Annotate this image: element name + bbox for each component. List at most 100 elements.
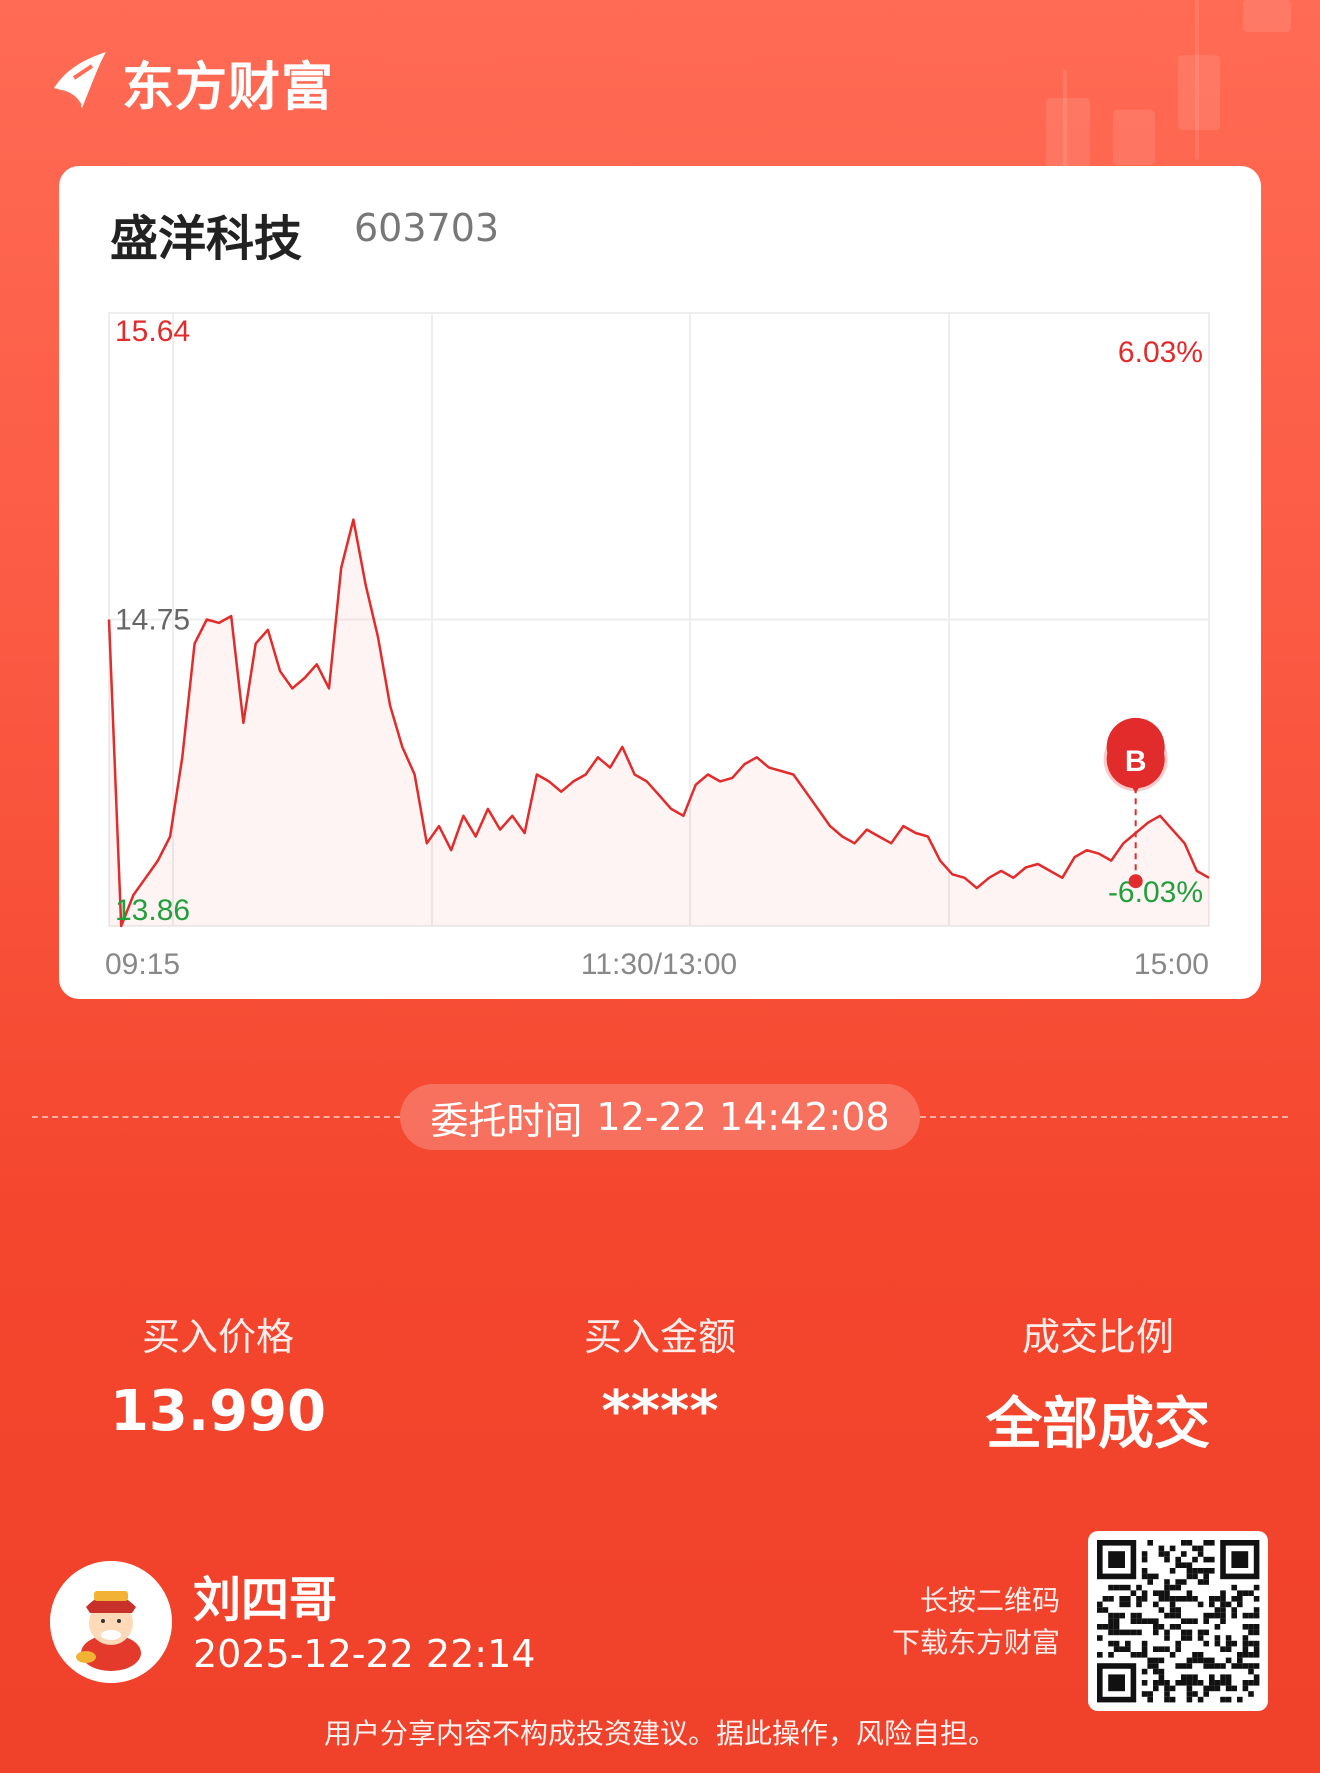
qr-module xyxy=(1097,1601,1103,1608)
qr-module xyxy=(1141,1551,1148,1557)
y-label-low: 13.86 xyxy=(115,894,190,927)
divider-left xyxy=(32,1116,400,1118)
qr-module xyxy=(1164,1612,1170,1619)
qr-module xyxy=(1220,1663,1226,1669)
user-name: 刘四哥 xyxy=(193,1572,338,1628)
qr-module xyxy=(1186,1663,1193,1669)
qr-module xyxy=(1253,1680,1260,1686)
qr-module xyxy=(1113,1584,1120,1591)
qr-module xyxy=(1209,1601,1215,1608)
qr-module xyxy=(1181,1551,1187,1557)
qr-module xyxy=(1125,1596,1131,1602)
qr-module xyxy=(1220,1590,1226,1596)
qr-module xyxy=(1197,1551,1204,1557)
qr-module xyxy=(1186,1635,1193,1641)
qr-module xyxy=(1237,1657,1243,1664)
qr-module xyxy=(1186,1685,1193,1692)
qr-module xyxy=(1242,1646,1249,1652)
qr-code[interactable] xyxy=(1088,1531,1268,1711)
qr-module xyxy=(1097,1652,1103,1658)
qr-module xyxy=(1181,1540,1187,1546)
qr-module xyxy=(1197,1601,1204,1608)
qr-module xyxy=(1253,1624,1260,1630)
qr-module xyxy=(1141,1573,1148,1580)
qr-module xyxy=(1169,1607,1176,1613)
qr-module xyxy=(1153,1685,1159,1692)
qr-module xyxy=(1192,1691,1198,1697)
qr-module xyxy=(1119,1612,1125,1619)
qr-module xyxy=(1209,1568,1215,1574)
qr-module xyxy=(1209,1657,1215,1664)
qr-module xyxy=(1225,1680,1232,1686)
qr-module xyxy=(1220,1596,1226,1602)
qr-module xyxy=(1192,1674,1198,1680)
qr-module xyxy=(1158,1545,1165,1552)
user-avatar[interactable] xyxy=(50,1561,172,1683)
qr-module xyxy=(1108,1624,1114,1630)
qr-module xyxy=(1253,1596,1260,1602)
qr-module xyxy=(1141,1646,1148,1652)
qr-module xyxy=(1248,1629,1254,1636)
qr-module xyxy=(1203,1640,1209,1647)
qr-module xyxy=(1203,1691,1209,1697)
qr-module xyxy=(1192,1680,1198,1686)
qr-module xyxy=(1158,1590,1165,1596)
qr-module xyxy=(1197,1652,1204,1658)
qr-module xyxy=(1164,1629,1170,1636)
qr-module xyxy=(1231,1685,1237,1692)
qr-module xyxy=(1097,1624,1103,1630)
qr-module xyxy=(1158,1680,1165,1686)
stat-label: 买入金额 xyxy=(583,1315,736,1359)
qr-code-image xyxy=(1097,1540,1260,1703)
qr-module xyxy=(1231,1607,1237,1613)
qr-module xyxy=(1164,1579,1170,1585)
qr-module xyxy=(1253,1646,1260,1652)
buy-marker-point xyxy=(1128,874,1143,889)
order-time-value: 12-22 14:42:08 xyxy=(596,1095,890,1139)
qr-module xyxy=(1153,1573,1159,1580)
qr-module xyxy=(1225,1657,1232,1664)
qr-module xyxy=(1108,1640,1114,1647)
qr-module xyxy=(1253,1663,1260,1669)
qr-module xyxy=(1164,1646,1170,1652)
qr-module xyxy=(1192,1652,1198,1658)
qr-module xyxy=(1231,1584,1237,1591)
y-label-high: 15.64 xyxy=(115,315,190,348)
qr-module xyxy=(1203,1663,1209,1669)
qr-module xyxy=(1164,1590,1170,1596)
brand-icon xyxy=(54,52,106,108)
qr-module xyxy=(1125,1629,1131,1636)
qr-module xyxy=(1225,1646,1232,1652)
qr-module xyxy=(1164,1551,1170,1557)
qr-module xyxy=(1175,1607,1181,1613)
qr-module xyxy=(1130,1612,1137,1619)
qr-module xyxy=(1197,1635,1204,1641)
qr-module xyxy=(1113,1640,1120,1647)
qr-module xyxy=(1169,1624,1176,1630)
brand-name: 东方财富 xyxy=(122,57,335,118)
qr-module xyxy=(1108,1596,1114,1602)
qr-module xyxy=(1209,1685,1215,1692)
qr-module xyxy=(1141,1556,1148,1563)
background-candle xyxy=(1178,55,1220,130)
qr-module xyxy=(1197,1579,1204,1585)
qr-module xyxy=(1136,1612,1142,1619)
qr-module xyxy=(1214,1663,1221,1669)
qr-module xyxy=(1242,1652,1249,1658)
qr-module xyxy=(1108,1618,1114,1624)
stat-buy-price: 买入价格 13.990 xyxy=(68,1306,368,1444)
divider-right xyxy=(920,1116,1288,1118)
qr-module xyxy=(1169,1685,1176,1692)
disclaimer: 用户分享内容不构成投资建议。据此操作，风险自担。 xyxy=(323,1717,996,1750)
stock-chart-card[interactable]: 盛洋科技 603703 15.64 14.75 13.86 6.03% -6.03% 09… xyxy=(59,166,1261,999)
qr-module xyxy=(1192,1556,1198,1563)
qr-module xyxy=(1181,1562,1187,1568)
qr-module xyxy=(1209,1596,1215,1602)
brand-logo: 东方财富 xyxy=(48,48,334,118)
qr-module xyxy=(1214,1612,1221,1619)
qr-module xyxy=(1158,1668,1165,1675)
qr-module xyxy=(1192,1657,1198,1664)
qr-module xyxy=(1214,1680,1221,1686)
qr-module xyxy=(1237,1652,1243,1658)
qr-module xyxy=(1203,1618,1209,1624)
